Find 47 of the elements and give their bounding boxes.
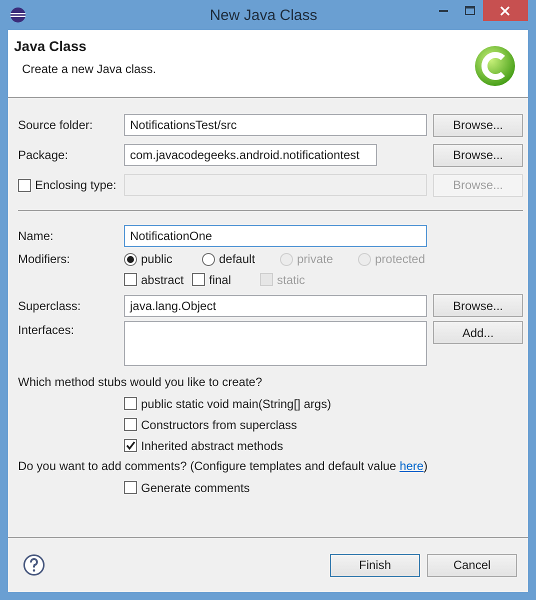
checkbox[interactable]	[124, 439, 137, 452]
checkbox-label: abstract	[141, 272, 184, 286]
text-field[interactable]: com.javacodegeeks.android.notificationtest	[124, 144, 377, 166]
browse-button[interactable]: Browse...	[433, 144, 523, 166]
class-icon	[474, 45, 516, 87]
templates-link[interactable]: here	[400, 459, 424, 473]
close-button[interactable]	[482, 0, 528, 21]
wizard-title: Java Class	[14, 38, 88, 54]
field-label: Interfaces:	[18, 323, 76, 337]
radio-label: default	[219, 252, 256, 266]
checkbox-label: Generate comments	[141, 480, 250, 494]
checkbox[interactable]	[124, 273, 137, 286]
comments-question: Do you want to add comments? (Configure templates and default value here)	[18, 458, 428, 475]
field-label: Modifiers:	[18, 252, 72, 266]
text-field[interactable]: NotificationsTest/src	[124, 114, 427, 136]
add-button[interactable]: Add...	[433, 321, 523, 344]
checkbox[interactable]	[192, 273, 205, 286]
checkbox-label: final	[209, 272, 232, 286]
wizard-description: Create a new Java class.	[22, 62, 158, 76]
checkbox-label: Inherited abstract methods	[141, 438, 284, 452]
eclipse-logo-icon	[10, 7, 26, 23]
browse-button[interactable]: Browse...	[433, 294, 523, 317]
field-label: Package:	[18, 148, 70, 162]
checkbox-label: static	[277, 272, 306, 286]
help-icon[interactable]	[23, 554, 45, 576]
field-label: Enclosing type:	[35, 178, 116, 192]
field-label: Superclass:	[18, 298, 82, 312]
radio-label: private	[297, 252, 334, 266]
text-field[interactable]: NotificationOne	[124, 225, 427, 247]
radio-button[interactable]	[202, 252, 215, 266]
checkbox-label: public static void main(String[] args)	[141, 396, 332, 410]
checkbox[interactable]	[124, 481, 137, 494]
close-icon	[500, 6, 510, 16]
field-label: Name:	[18, 229, 54, 243]
checkbox[interactable]	[124, 397, 137, 410]
field-label: Source folder:	[18, 118, 94, 132]
stubs-question: Which method stubs would you like to create?	[18, 374, 262, 391]
radio-label: public	[141, 252, 172, 266]
dialog-button[interactable]: Cancel	[427, 554, 517, 576]
radio-label: protected	[375, 252, 426, 266]
dialog-button[interactable]: Finish	[330, 554, 420, 576]
text-field[interactable]: java.lang.Object	[124, 294, 427, 316]
window-title: New Java Class	[208, 6, 318, 24]
checkbox[interactable]	[124, 418, 137, 431]
checkbox-label: Constructors from superclass	[141, 418, 298, 432]
browse-button[interactable]: Browse...	[433, 114, 523, 136]
radio-button[interactable]	[124, 252, 137, 266]
